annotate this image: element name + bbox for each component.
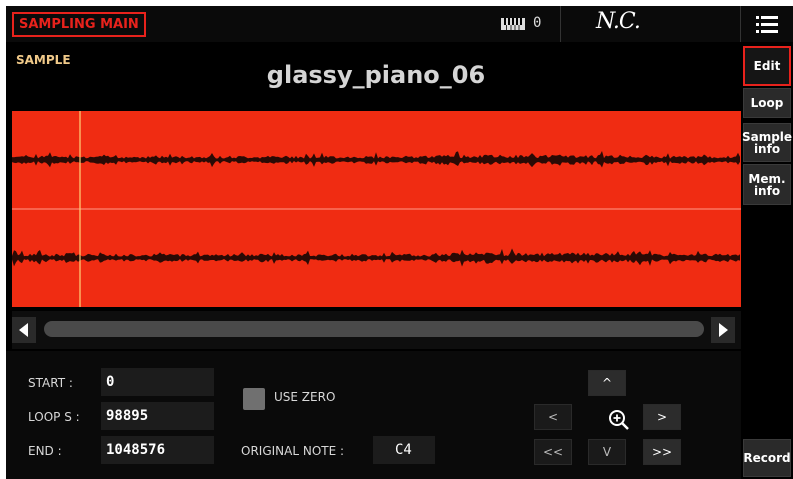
nav-fast-right-button[interactable]: >> xyxy=(643,439,681,465)
loop-start-field[interactable]: 98895 xyxy=(101,402,214,430)
triangle-right-icon xyxy=(719,323,728,337)
divider xyxy=(740,6,741,42)
menu-icon[interactable] xyxy=(756,16,778,33)
use-zero-label: USE ZERO xyxy=(274,390,336,404)
tab-label: Mem. xyxy=(748,171,786,186)
waveform-display[interactable] xyxy=(12,111,741,307)
nav-left-button[interactable]: < xyxy=(534,404,572,430)
original-note-field[interactable]: C4 xyxy=(373,436,435,464)
sample-name[interactable]: glassy_piano_06 xyxy=(6,61,746,89)
waveform-channel-left xyxy=(12,151,740,168)
tab-sample-info[interactable]: Sample info xyxy=(741,123,793,162)
chord-display: N.C. xyxy=(596,9,641,34)
scroll-right-button[interactable] xyxy=(711,317,735,343)
nav-fast-left-button[interactable]: << xyxy=(534,439,572,465)
tab-loop[interactable]: Loop xyxy=(743,88,791,118)
original-note-label: ORIGINAL NOTE : xyxy=(241,444,345,458)
tab-label: Sample xyxy=(741,129,793,144)
waveform-scrollbar[interactable] xyxy=(12,311,741,349)
tab-label: info xyxy=(753,141,781,156)
scroll-track[interactable] xyxy=(44,321,704,337)
use-zero-checkbox[interactable] xyxy=(243,388,265,410)
end-label: END : xyxy=(28,444,62,458)
keyboard-icon xyxy=(501,18,525,30)
nav-up-button[interactable]: ^ xyxy=(588,370,626,396)
waveform-graphic xyxy=(12,111,741,307)
nav-down-button[interactable]: V xyxy=(588,439,626,465)
tab-record[interactable]: Record xyxy=(743,439,791,477)
loop-start-label: LOOP S : xyxy=(28,410,80,424)
top-bar: SAMPLING MAIN 0 N.C. xyxy=(6,6,793,42)
end-field[interactable]: 1048576 xyxy=(101,436,214,464)
nav-right-button[interactable]: > xyxy=(643,404,681,430)
waveform-channel-right xyxy=(12,248,740,267)
triangle-left-icon xyxy=(19,323,28,337)
sampling-screen: SAMPLING MAIN 0 N.C. SAMPLE glassy_piano… xyxy=(6,6,793,479)
scroll-left-button[interactable] xyxy=(12,317,36,343)
mode-title[interactable]: SAMPLING MAIN xyxy=(12,12,146,37)
zoom-in-icon[interactable] xyxy=(607,408,631,432)
tab-mem-info[interactable]: Mem. info xyxy=(743,164,791,205)
start-label: START : xyxy=(28,376,73,390)
divider xyxy=(560,6,561,42)
transpose-value: 0 xyxy=(533,15,542,31)
start-field[interactable]: 0 xyxy=(101,368,214,396)
tab-edit[interactable]: Edit xyxy=(743,46,791,86)
tab-label: info xyxy=(753,183,781,198)
